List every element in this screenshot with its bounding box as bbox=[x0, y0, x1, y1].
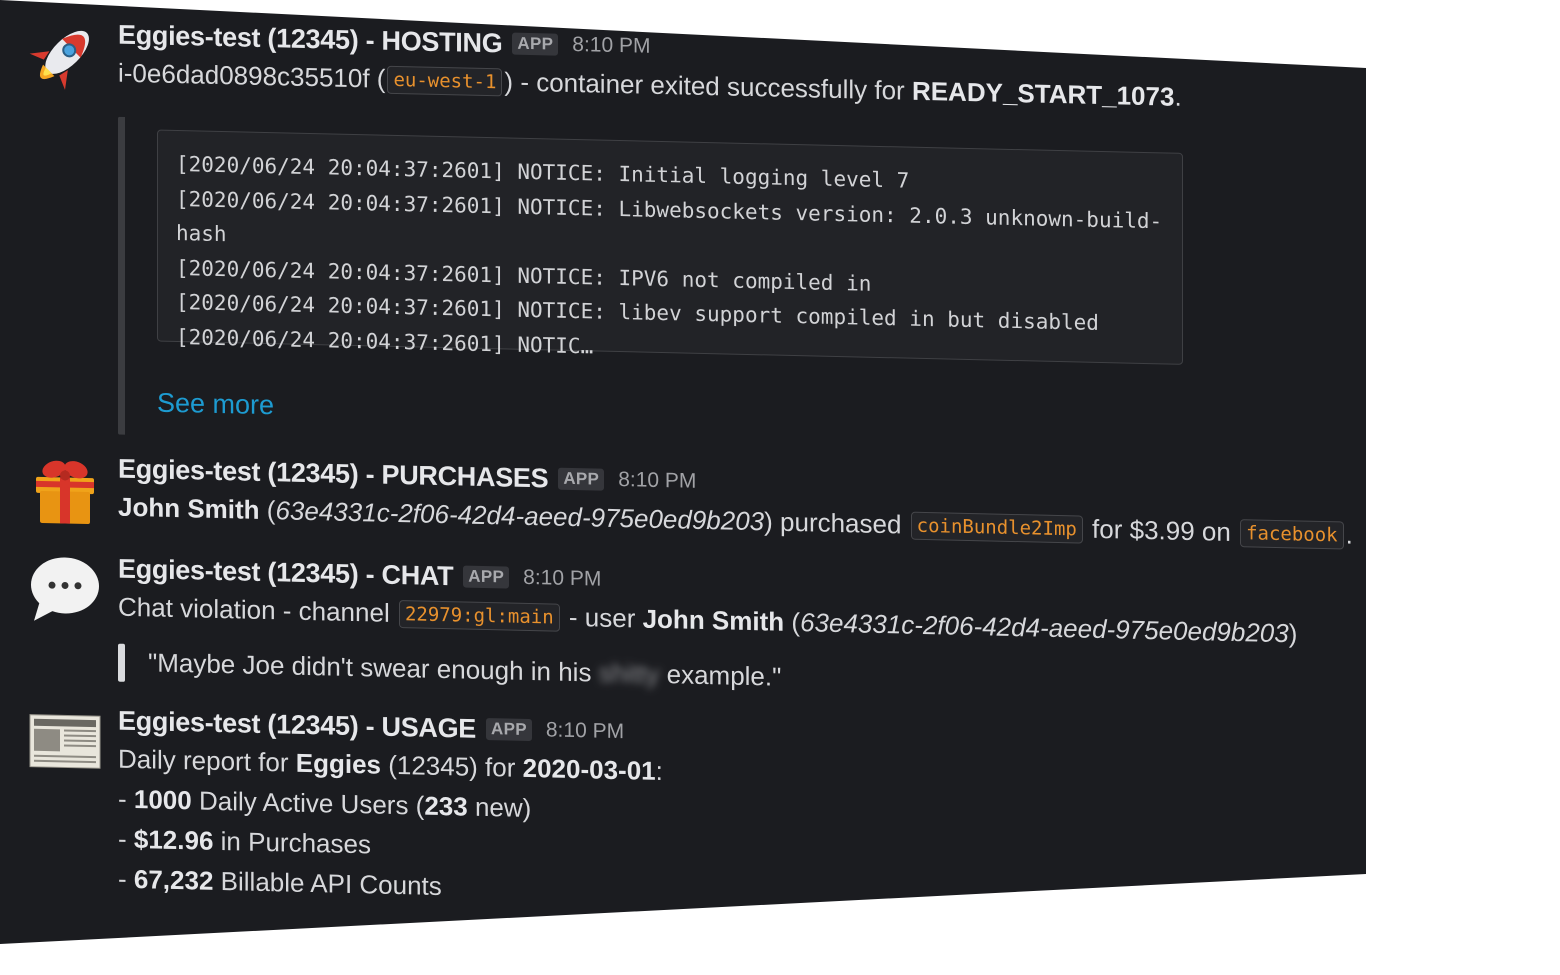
new-users-label: new) bbox=[467, 791, 532, 824]
period: . bbox=[1174, 81, 1182, 112]
sender-name[interactable]: Eggies-test (12345) - HOSTING bbox=[118, 19, 502, 59]
purchases-label: in Purchases bbox=[213, 825, 371, 860]
bullet-dash: - bbox=[118, 823, 134, 855]
app-id-text: (12345) for bbox=[380, 749, 523, 783]
app-badge: APP bbox=[463, 565, 510, 589]
log-code-block: [2020/06/24 20:04:37:2601] NOTICE: Initi… bbox=[157, 129, 1183, 365]
new-users-value: 233 bbox=[424, 790, 468, 822]
quote-text: "Maybe Joe didn't swear enough in his bbox=[148, 647, 599, 688]
quote-end: example." bbox=[666, 659, 782, 692]
timestamp[interactable]: 8:10 PM bbox=[546, 718, 624, 744]
sender-name[interactable]: Eggies-test (12345) - CHAT bbox=[118, 553, 453, 592]
app-badge: APP bbox=[486, 718, 532, 742]
user-id: 63e4331c-2f06-42d4-aeed-975e0ed9b203 bbox=[800, 607, 1289, 649]
api-label: Billable API Counts bbox=[213, 865, 442, 902]
sender-name[interactable]: Eggies-test (12345) - USAGE bbox=[118, 705, 476, 744]
app-badge: APP bbox=[558, 467, 605, 491]
see-more-link[interactable]: See more bbox=[157, 388, 274, 422]
quote-bar bbox=[118, 643, 125, 682]
period: . bbox=[1345, 519, 1353, 550]
gift-icon[interactable] bbox=[26, 449, 104, 529]
channel-code: 22979:gl:main bbox=[398, 600, 560, 632]
user-label: - user bbox=[561, 601, 643, 634]
timestamp[interactable]: 8:10 PM bbox=[572, 33, 650, 59]
verb-text: purchased bbox=[772, 506, 909, 540]
purchases-value: $12.96 bbox=[133, 824, 214, 856]
timestamp[interactable]: 8:10 PM bbox=[523, 566, 601, 592]
log-attachment: [2020/06/24 20:04:37:2601] NOTICE: Initi… bbox=[118, 116, 1185, 459]
rocket-icon[interactable] bbox=[26, 15, 104, 95]
user-id: 63e4331c-2f06-42d4-aeed-975e0ed9b203 bbox=[275, 495, 765, 537]
app-badge: APP bbox=[512, 32, 559, 56]
dau-value: 1000 bbox=[133, 784, 192, 816]
price-text: for $3.99 on bbox=[1084, 513, 1239, 548]
user-name: John Smith bbox=[642, 603, 785, 637]
dau-label: Daily Active Users ( bbox=[191, 785, 425, 821]
colon: : bbox=[655, 755, 663, 787]
message-feed: Eggies-test (12345) - HOSTING APP 8:10 P… bbox=[0, 0, 1366, 975]
bullet-dash: - bbox=[118, 863, 134, 895]
censored-word: shitty bbox=[598, 657, 660, 689]
region-code: eu-west-1 bbox=[387, 65, 503, 97]
intro-text: Daily report for bbox=[118, 743, 296, 778]
bullet-dash: - bbox=[118, 783, 134, 815]
speech-bubble-icon[interactable] bbox=[26, 549, 104, 629]
violation-text: Chat violation - channel bbox=[118, 591, 397, 629]
timestamp[interactable]: 8:10 PM bbox=[618, 468, 696, 494]
status-text: - container exited successfully for bbox=[513, 66, 912, 106]
user-name: John Smith bbox=[118, 491, 260, 525]
api-value: 67,232 bbox=[133, 864, 214, 896]
newspaper-icon[interactable] bbox=[26, 701, 104, 781]
build-name: READY_START_1073 bbox=[911, 75, 1175, 112]
instance-id: i-0e6dad0898c35510f bbox=[118, 57, 370, 94]
platform-code: facebook bbox=[1240, 519, 1344, 550]
message-hosting: Eggies-test (12345) - HOSTING APP 8:10 P… bbox=[0, 14, 1340, 459]
app-name: Eggies bbox=[295, 747, 381, 780]
report-date: 2020-03-01 bbox=[522, 752, 656, 786]
item-code: coinBundle2Imp bbox=[910, 511, 1083, 544]
